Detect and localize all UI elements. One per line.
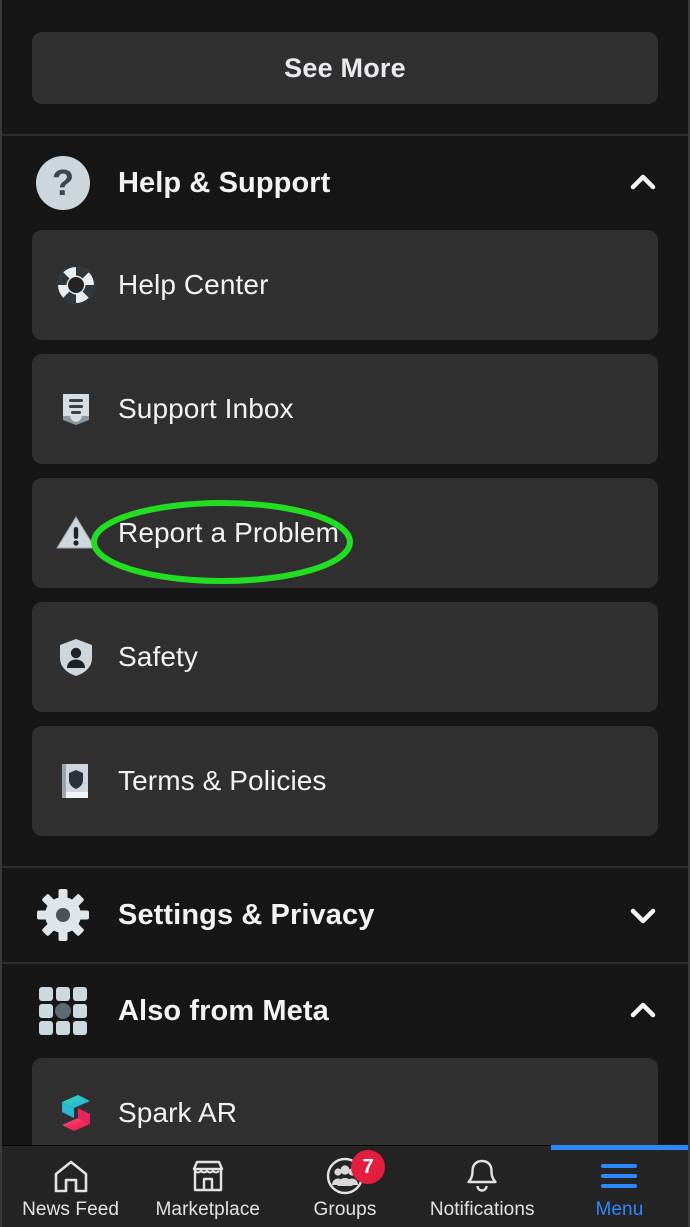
gear-icon	[34, 886, 92, 944]
spark-ar-logo-icon	[54, 1091, 98, 1135]
home-icon	[51, 1156, 91, 1196]
book-shield-icon	[54, 759, 98, 803]
storefront-icon	[188, 1156, 228, 1196]
menu-item-label: Terms & Policies	[118, 765, 327, 796]
shield-person-icon	[54, 635, 98, 679]
question-mark-circle-icon: ?	[34, 154, 92, 212]
section-title-settings-privacy: Settings & Privacy	[118, 898, 375, 931]
menu-item-label: Help Center	[118, 269, 269, 300]
chevron-up-icon[interactable]	[626, 994, 660, 1028]
menu-item-help-center[interactable]: Help Center	[32, 230, 658, 340]
hamburger-menu-icon	[596, 1156, 642, 1196]
facebook-menu-screen: See More ? Help & Support Help Center Su…	[0, 0, 690, 1227]
menu-item-support-inbox[interactable]: Support Inbox	[32, 354, 658, 464]
bell-icon	[462, 1156, 502, 1196]
also-from-meta-items: Spark AR	[2, 1058, 688, 1145]
help-support-items: Help Center Support Inbox Report a Probl…	[2, 230, 688, 836]
groups-badge: 7	[351, 1150, 385, 1184]
chevron-down-icon[interactable]	[626, 898, 660, 932]
active-tab-indicator	[550, 1145, 688, 1150]
nav-label: Marketplace	[155, 1199, 261, 1220]
section-title-also-from-meta: Also from Meta	[118, 994, 329, 1027]
nav-item-notifications[interactable]: Notifications	[414, 1146, 551, 1227]
nav-label: Notifications	[429, 1199, 535, 1220]
section-header-help-support[interactable]: ? Help & Support	[2, 136, 688, 230]
menu-item-label: Support Inbox	[118, 393, 294, 424]
chevron-up-icon[interactable]	[626, 166, 660, 200]
menu-item-safety[interactable]: Safety	[32, 602, 658, 712]
see-more-container: See More	[2, 0, 688, 134]
svg-text:?: ?	[52, 162, 74, 203]
nav-label: Menu	[595, 1199, 644, 1220]
menu-item-label: Safety	[118, 641, 198, 672]
menu-scroll-area[interactable]: See More ? Help & Support Help Center Su…	[2, 0, 688, 1145]
section-header-settings-privacy[interactable]: Settings & Privacy	[2, 868, 688, 962]
inbox-tray-icon	[54, 387, 98, 431]
nav-label: News Feed	[22, 1199, 120, 1220]
app-grid-icon	[34, 982, 92, 1040]
see-more-button[interactable]: See More	[32, 32, 658, 104]
nav-item-news-feed[interactable]: News Feed	[2, 1146, 139, 1227]
menu-item-report-a-problem[interactable]: Report a Problem	[32, 478, 658, 588]
nav-item-menu[interactable]: Menu	[550, 1145, 688, 1227]
menu-item-terms-policies[interactable]: Terms & Policies	[32, 726, 658, 836]
bottom-navigation-bar: News Feed Marketplace 7 Groups Notificat…	[2, 1145, 688, 1227]
menu-item-label: Spark AR	[118, 1097, 238, 1128]
section-title-help-support: Help & Support	[118, 166, 331, 199]
groups-icon: 7	[325, 1150, 385, 1196]
menu-item-label: Report a Problem	[118, 517, 340, 548]
warning-triangle-icon	[54, 511, 98, 555]
see-more-label: See More	[284, 52, 406, 83]
nav-item-marketplace[interactable]: Marketplace	[139, 1146, 276, 1227]
menu-item-spark-ar[interactable]: Spark AR	[32, 1058, 658, 1145]
nav-item-groups[interactable]: 7 Groups	[276, 1146, 413, 1227]
section-header-also-from-meta[interactable]: Also from Meta	[2, 964, 688, 1058]
nav-label: Groups	[313, 1199, 377, 1220]
life-ring-icon	[54, 263, 98, 307]
